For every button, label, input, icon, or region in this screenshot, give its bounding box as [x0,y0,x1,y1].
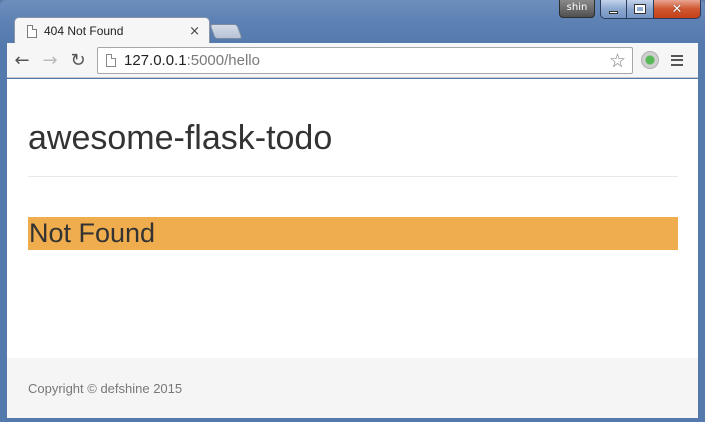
extension-icon[interactable] [641,51,659,69]
browser-window: shin ✕ 404 Not Found × ← → ↻ 127.0.0.1:5… [0,0,705,422]
forward-button[interactable]: → [37,47,63,73]
url-path: :5000/hello [186,51,260,69]
minimize-icon [609,10,618,14]
copyright-text: Copyright © defshine 2015 [28,381,183,396]
close-window-button[interactable]: ✕ [654,0,701,19]
tab-close-icon[interactable]: × [189,24,200,39]
maximize-button[interactable] [627,0,654,19]
maximize-icon [634,4,646,14]
tab-active[interactable]: 404 Not Found × [14,17,210,44]
address-bar[interactable]: 127.0.0.1:5000/hello ☆ [97,46,633,74]
site-title: awesome-flask-todo [28,119,333,157]
header-divider [28,176,678,177]
page-viewport: awesome-flask-todo Not Found Copyright ©… [7,79,698,418]
new-tab-button[interactable] [209,24,243,39]
page-footer: Copyright © defshine 2015 [7,358,698,418]
page-icon [27,24,37,38]
back-button[interactable]: ← [9,47,35,73]
window-frame-bottom [0,418,705,422]
menu-icon[interactable] [671,54,683,66]
alert-text: Not Found [29,218,156,248]
bookmark-star-icon[interactable]: ☆ [609,50,626,72]
page-icon [106,53,116,67]
window-caption-buttons: ✕ [600,0,701,20]
reload-button[interactable]: ↻ [65,47,91,73]
close-icon: ✕ [671,1,683,17]
minimize-button[interactable] [600,0,627,19]
browser-toolbar: ← → ↻ 127.0.0.1:5000/hello ☆ [7,43,698,78]
profile-badge[interactable]: shin [559,0,595,18]
url-host: 127.0.0.1 [124,51,187,69]
tab-title: 404 Not Found [44,24,124,38]
not-found-alert: Not Found [28,217,678,250]
